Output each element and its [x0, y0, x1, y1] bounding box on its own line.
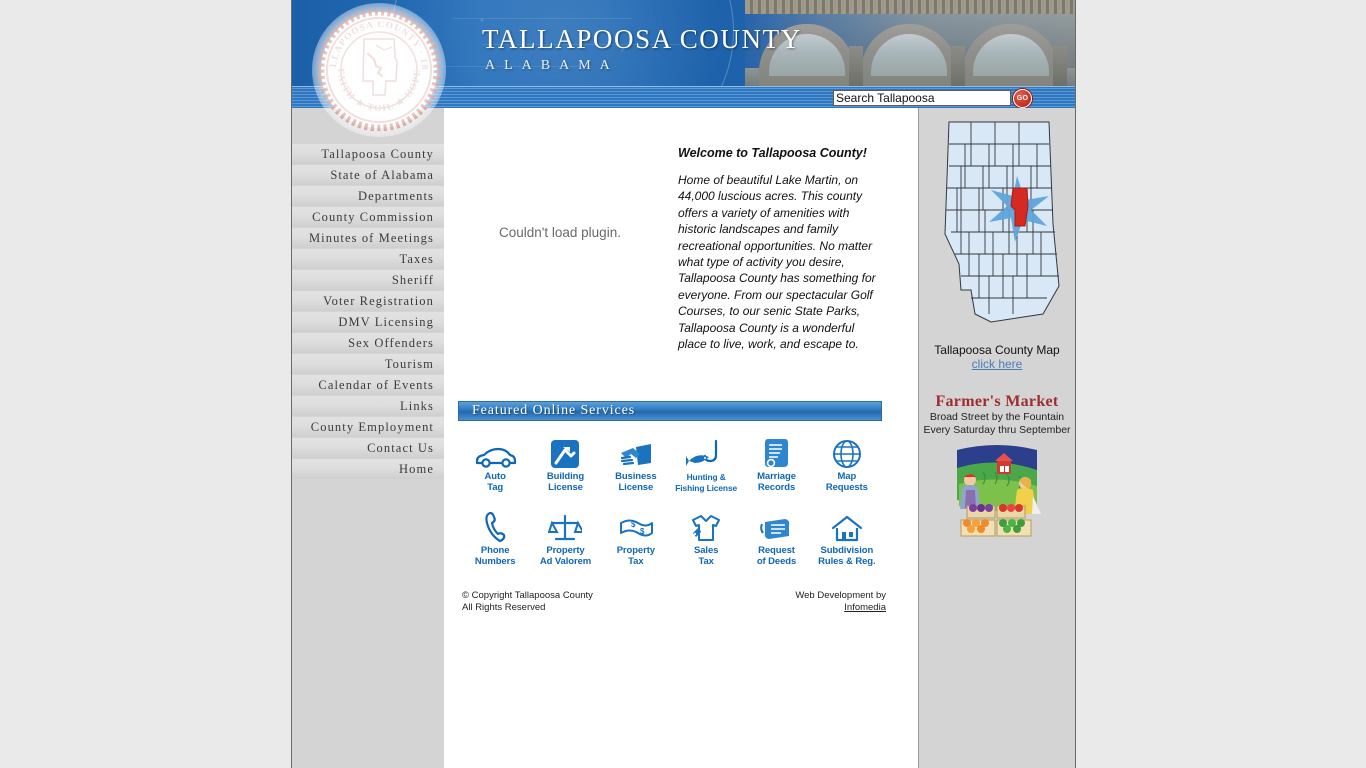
- service-sales-tax[interactable]: Sales Tax: [671, 507, 741, 567]
- service-auto-tag[interactable]: Auto Tag: [460, 433, 530, 493]
- service-label: Building License: [546, 471, 585, 493]
- web-development-credit: Web Development by Infomedia: [795, 590, 886, 613]
- service-label: Hunting & Fishing License: [675, 472, 738, 493]
- infomedia-link[interactable]: Infomedia: [844, 602, 886, 613]
- farmers-market-title: Farmer's Market: [935, 393, 1059, 410]
- sidebar-item-dmv-licensing[interactable]: DMV Licensing: [292, 312, 444, 332]
- service-label: Marriage Records: [757, 471, 796, 493]
- sidebar-item-links[interactable]: Links: [292, 396, 444, 416]
- service-label: Map Requests: [825, 471, 868, 493]
- alabama-map-graphic: [944, 121, 1060, 323]
- dev-credit-label: Web Development by: [795, 590, 886, 601]
- service-phone-numbers[interactable]: Phone Numbers: [460, 507, 530, 567]
- sidebar-item-calendar-of-events[interactable]: Calendar of Events: [292, 375, 444, 395]
- site-subtitle: ALABAMA: [485, 58, 619, 73]
- sidebar-item-county-commission[interactable]: County Commission: [292, 207, 444, 227]
- scroll-icon: [741, 433, 811, 469]
- farmers-market-illustration: [937, 444, 1057, 554]
- service-map-requests[interactable]: Map Requests: [812, 433, 882, 493]
- sidebar-item-sex-offenders[interactable]: Sex Offenders: [292, 333, 444, 353]
- sidebar-item-county-employment[interactable]: County Employment: [292, 417, 444, 437]
- service-label: Subdivision Rules & Reg.: [818, 545, 876, 567]
- alabama-map[interactable]: [919, 114, 1075, 339]
- plugin-placeholder: Couldn't load plugin.: [499, 224, 621, 240]
- service-business-license[interactable]: Business License: [601, 433, 671, 493]
- farmers-market-location: Broad Street by the Fountain: [929, 411, 1065, 423]
- hammer-icon: [530, 433, 600, 469]
- welcome-block: Welcome to Tallapoosa County! Home of be…: [678, 146, 886, 352]
- service-property-ad-valorem[interactable]: Property Ad Valorem: [530, 507, 600, 567]
- house-icon: [812, 507, 882, 543]
- copyright-line-2: All Rights Reserved: [462, 601, 546, 613]
- service-label: Auto Tag: [484, 471, 506, 493]
- sidebar-item-tourism[interactable]: Tourism: [292, 354, 444, 374]
- service-label: Phone Numbers: [474, 545, 516, 567]
- car-icon: [460, 433, 530, 469]
- bridge-arch: [963, 24, 1059, 86]
- featured-services-header: Featured Online Services: [458, 401, 882, 421]
- phone-icon: [460, 507, 530, 543]
- handshake-icon: [601, 433, 671, 469]
- sidebar-item-voter-registration[interactable]: Voter Registration: [292, 291, 444, 311]
- service-label: Business License: [615, 471, 657, 493]
- seal-halo: [312, 3, 446, 137]
- shirt-tag-icon: [671, 507, 741, 543]
- service-label: Property Ad Valorem: [539, 545, 592, 567]
- featured-services-title: Featured Online Services: [472, 403, 636, 418]
- site-title: TALLAPOOSA COUNTY: [482, 24, 802, 54]
- deed-document-icon: [741, 507, 811, 543]
- services-grid: Auto Tag Building License Business Licen…: [460, 433, 882, 567]
- bridge-pier: [951, 46, 965, 86]
- svg-text:$: $: [640, 527, 645, 536]
- globe-icon: [812, 433, 882, 469]
- footer: © Copyright Tallapoosa County All Rights…: [462, 590, 886, 613]
- sidebar-item-contact-us[interactable]: Contact Us: [292, 438, 444, 458]
- scales-icon: [530, 507, 600, 543]
- search-input[interactable]: Search Tallapoosa: [833, 90, 1011, 106]
- site-frame: TALLAPOOSA COUNTY ALABAMA Search Tallapo…: [291, 0, 1076, 768]
- service-building-license[interactable]: Building License: [530, 433, 600, 493]
- service-request-of-deeds[interactable]: Request of Deeds: [741, 507, 811, 567]
- search-go-button[interactable]: GO: [1013, 89, 1032, 108]
- map-click-here-link[interactable]: click here: [919, 357, 1075, 371]
- sidebar-item-minutes-of-meetings[interactable]: Minutes of Meetings: [292, 228, 444, 248]
- service-property-tax[interactable]: $ $ Property Tax: [601, 507, 671, 567]
- map-caption: Tallapoosa County Map: [934, 343, 1060, 357]
- bridge-arch: [861, 24, 957, 86]
- browser-page: TALLAPOOSA COUNTY ALABAMA Search Tallapo…: [0, 0, 1366, 768]
- sidebar-item-sheriff[interactable]: Sheriff: [292, 270, 444, 290]
- service-hunting-fishing-license[interactable]: Hunting & Fishing License: [671, 433, 741, 493]
- copyright-line-1: © Copyright Tallapoosa County: [462, 590, 593, 601]
- service-label: Request of Deeds: [756, 545, 797, 567]
- main-content: Couldn't load plugin. Welcome to Tallapo…: [444, 108, 918, 768]
- right-sidebar: Tallapoosa County Map click here Farmer'…: [918, 108, 1075, 768]
- sidebar-item-tallapoosa-county[interactable]: Tallapoosa County: [292, 144, 444, 164]
- sidebar-nav: Tallapoosa County State of Alabama Depar…: [292, 144, 444, 480]
- money-icon: $ $: [601, 507, 671, 543]
- copyright: © Copyright Tallapoosa County All Rights…: [462, 590, 593, 613]
- service-marriage-records[interactable]: Marriage Records: [741, 433, 811, 493]
- county-seal: TALLAPOOSA COUNTY · 1832 FAITH ★ TOIL ★ …: [312, 2, 446, 137]
- service-label: Property Tax: [616, 545, 655, 567]
- welcome-heading: Welcome to Tallapoosa County!: [678, 146, 867, 160]
- farmers-market-schedule: Every Saturday thru September: [923, 423, 1071, 436]
- fish-hook-icon: [671, 433, 741, 469]
- bridge-pier: [1053, 46, 1067, 86]
- service-label: Sales Tax: [694, 545, 719, 567]
- welcome-body: Home of beautiful Lake Martin, on 44,000…: [678, 173, 876, 352]
- svg-text:$: $: [631, 520, 636, 529]
- service-subdivision-rules[interactable]: Subdivision Rules & Reg.: [812, 507, 882, 567]
- sidebar-item-state-of-alabama[interactable]: State of Alabama: [292, 165, 444, 185]
- sidebar-item-departments[interactable]: Departments: [292, 186, 444, 206]
- sidebar-item-taxes[interactable]: Taxes: [292, 249, 444, 269]
- sidebar-item-home[interactable]: Home: [292, 459, 444, 479]
